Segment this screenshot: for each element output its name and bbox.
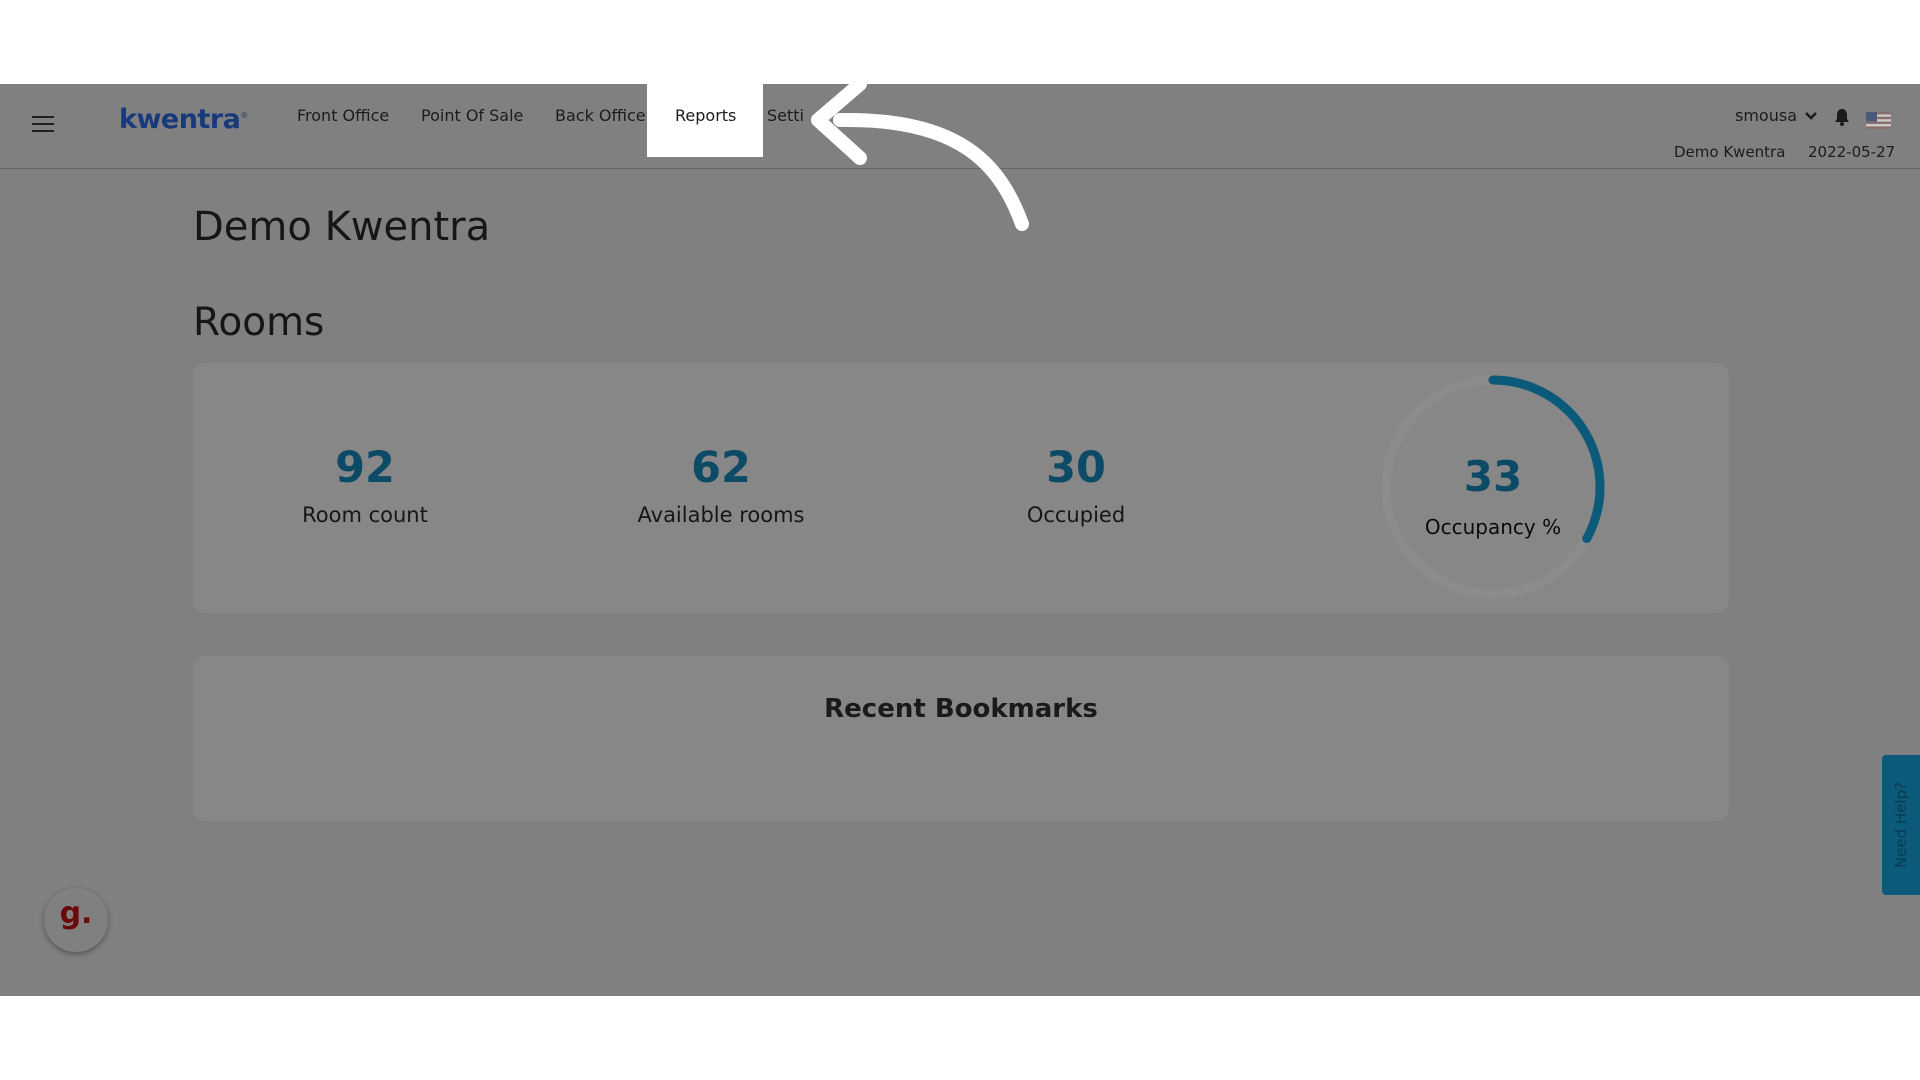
nav-back-office[interactable]: Back Office <box>555 106 646 125</box>
stat-label: Available rooms <box>637 503 805 527</box>
current-property: Demo Kwentra <box>1674 143 1786 161</box>
need-help-label: Need Help? <box>1892 781 1910 869</box>
us-flag-icon[interactable] <box>1866 112 1891 129</box>
stat-label: Occupied <box>1026 503 1126 527</box>
occupancy-label: Occupancy % <box>1424 515 1562 539</box>
bookmarks-title: Recent Bookmarks <box>824 694 1098 724</box>
tutorial-arrow-icon <box>811 84 1029 231</box>
menu-icon[interactable] <box>32 116 54 132</box>
stat-value: 92 <box>335 443 395 493</box>
app-screen: kwentra® Front Office Point Of Sale Back… <box>0 84 1920 996</box>
current-date: 2022-05-27 <box>1808 143 1896 161</box>
chat-widget-button[interactable]: g. <box>44 888 108 952</box>
stat-available-rooms: 62 Available rooms <box>571 443 871 527</box>
logo-text: kwentra <box>119 104 241 135</box>
user-menu[interactable]: smousa <box>1735 106 1797 125</box>
nav-reports-label: Reports <box>675 106 737 125</box>
nav-front-office[interactable]: Front Office <box>297 106 389 125</box>
bell-icon[interactable] <box>1834 108 1850 126</box>
nav-settings[interactable]: Setti <box>767 106 804 125</box>
stat-value: 62 <box>691 443 751 493</box>
need-help-tab[interactable]: Need Help? <box>1882 755 1920 895</box>
nav-point-of-sale[interactable]: Point Of Sale <box>421 106 523 125</box>
stat-value: 30 <box>1046 443 1106 493</box>
section-title-rooms: Rooms <box>193 300 325 345</box>
occupancy-value: 33 <box>1463 452 1523 501</box>
stat-room-count: 92 Room count <box>215 443 515 527</box>
nav-reports[interactable]: Reports <box>647 84 763 157</box>
chevron-down-icon[interactable] <box>1804 111 1818 121</box>
page-title: Demo Kwentra <box>193 204 491 250</box>
widget-logo: g. <box>59 896 93 931</box>
bookmarks-card <box>193 656 1729 821</box>
registered-mark: ® <box>240 111 248 120</box>
stat-label: Room count <box>302 503 428 527</box>
brand-logo[interactable]: kwentra® <box>119 104 248 135</box>
stat-occupied: 30 Occupied <box>926 443 1226 527</box>
